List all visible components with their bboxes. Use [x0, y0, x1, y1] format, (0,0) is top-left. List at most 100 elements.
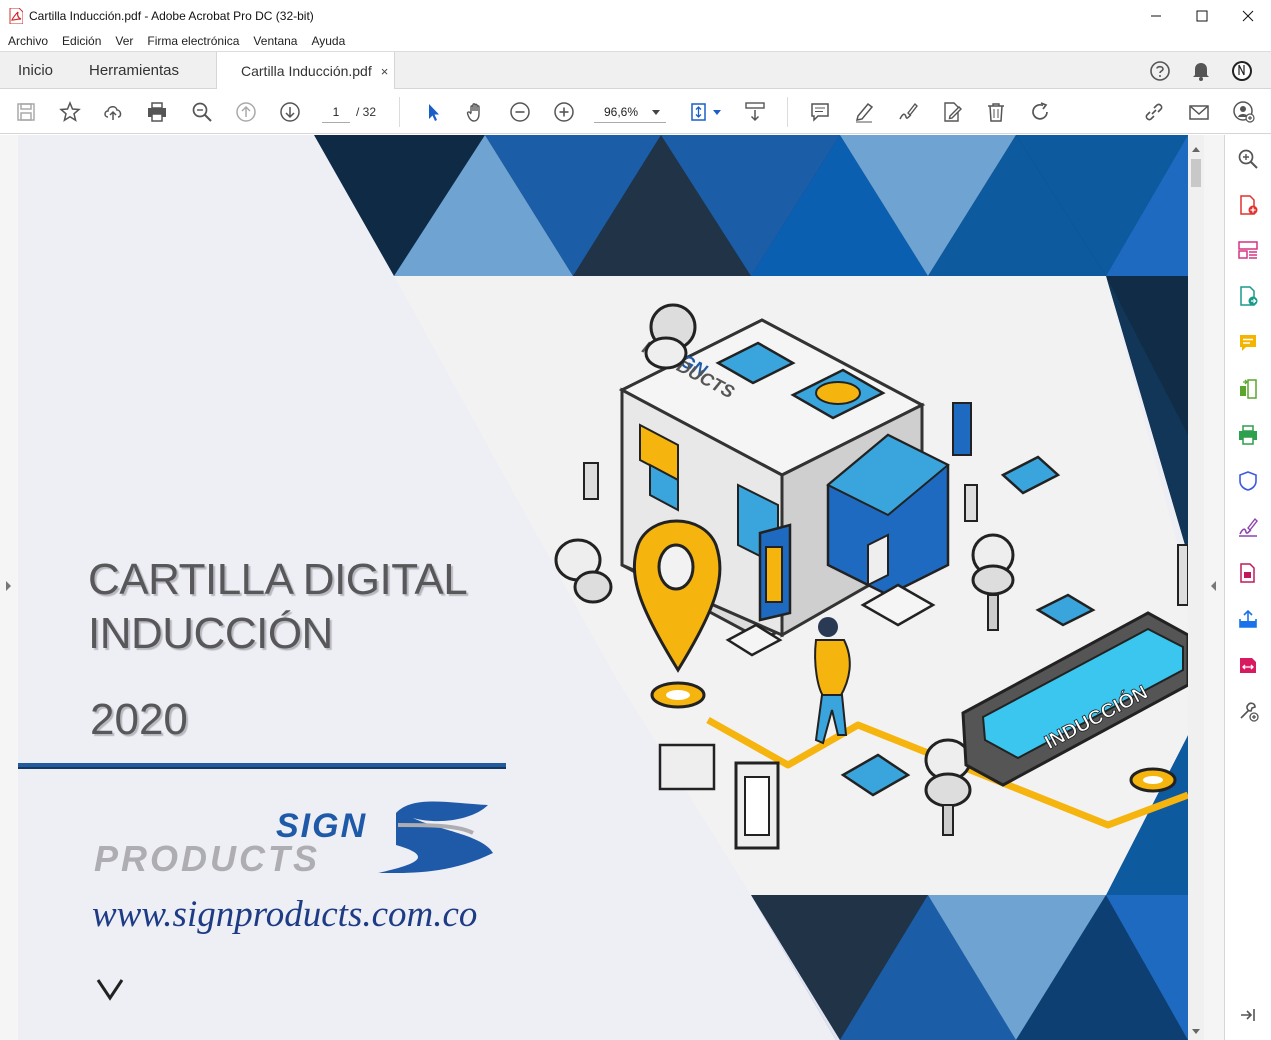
sign-button[interactable] [895, 99, 921, 125]
minimize-icon [1151, 15, 1161, 16]
upload-button[interactable] [100, 99, 126, 125]
collapse-pane-button[interactable] [1236, 1003, 1260, 1027]
right-tools-pane [1224, 135, 1271, 1040]
upload-cloud-icon [104, 106, 122, 120]
search-zoom-tool[interactable] [1236, 147, 1260, 171]
menu-ver[interactable]: Ver [115, 34, 133, 48]
tab-herramientas[interactable]: Herramientas [89, 62, 179, 79]
close-window-button[interactable] [1225, 0, 1271, 31]
left-pane-toggle[interactable] [0, 135, 18, 1040]
compare-icon [1240, 379, 1257, 399]
scrollbar-thumb[interactable] [1191, 159, 1201, 187]
share-link-button[interactable] [1141, 99, 1167, 125]
comment-icon [811, 103, 829, 122]
create-pdf-icon [1240, 195, 1258, 215]
previous-page-icon [236, 102, 256, 122]
delete-button[interactable] [983, 99, 1009, 125]
edit-pdf-tool[interactable] [1236, 561, 1260, 585]
delete-icon [988, 103, 1004, 122]
save-icon [17, 103, 35, 121]
create-pdf-tool[interactable] [1236, 193, 1260, 217]
fill-sign-tool-icon [1239, 517, 1258, 537]
edit-pdf-icon [1240, 563, 1255, 583]
menu-archivo[interactable]: Archivo [8, 34, 48, 48]
scroll-mode-icon [745, 102, 765, 122]
more-tools[interactable] [1236, 699, 1260, 723]
highlight-button[interactable] [851, 99, 877, 125]
more-tools-icon [1240, 702, 1259, 722]
scroll-down-icon[interactable] [1192, 1029, 1200, 1034]
zoom-out-button[interactable] [507, 99, 533, 125]
compress-tool[interactable] [1236, 653, 1260, 677]
add-user-button[interactable] [1231, 99, 1257, 125]
cover-title: CARTILLA DIGITAL INDUCCIÓN [88, 553, 468, 661]
toolbar-separator [787, 97, 788, 127]
rotate-button[interactable] [1027, 99, 1053, 125]
find-icon [192, 102, 212, 122]
page-number-input[interactable]: 1 [322, 101, 350, 123]
fit-page-icon [691, 103, 706, 121]
cover-divider [18, 763, 506, 769]
search-zoom-icon [1238, 149, 1258, 169]
compare-tool[interactable] [1236, 377, 1260, 401]
zoom-in-icon [554, 102, 574, 122]
previous-page-button[interactable] [233, 99, 259, 125]
fill-sign-button[interactable] [939, 99, 965, 125]
menu-ayuda[interactable]: Ayuda [311, 34, 345, 48]
add-user-icon [1233, 101, 1255, 123]
zoom-value: 96,6% [604, 105, 639, 119]
select-tool-button[interactable] [420, 99, 446, 125]
account-avatar-icon[interactable] [1231, 60, 1253, 82]
pdf-page: SIGN PRODUCTS INDUCCIÓN CARTILLA DIGITAL… [18, 135, 1188, 1040]
tab-inicio[interactable]: Inicio [18, 62, 53, 79]
menu-ventana[interactable]: Ventana [253, 34, 297, 48]
zoom-select[interactable]: 96,6% [594, 101, 666, 123]
zoom-in-button[interactable] [551, 99, 577, 125]
next-page-button[interactable] [277, 99, 303, 125]
fit-dropdown-icon[interactable] [713, 110, 721, 115]
brand-logo-products: PRODUCTS [94, 838, 321, 879]
fit-page-button[interactable] [686, 99, 712, 125]
acrobat-icon [9, 7, 23, 24]
zoom-dropdown-icon [652, 110, 660, 115]
help-icon[interactable] [1149, 60, 1171, 82]
organize-pages-tool[interactable] [1236, 238, 1260, 262]
print-production-tool[interactable] [1236, 423, 1260, 447]
tab-bar: Inicio Herramientas Cartilla Inducción.p… [0, 51, 1271, 90]
main-toolbar: 1 / 32 96,6% [0, 89, 1271, 134]
comment-tool-icon [1240, 335, 1256, 351]
fill-sign-tool[interactable] [1236, 515, 1260, 539]
comment-button[interactable] [807, 99, 833, 125]
website-link[interactable]: www.signproducts.com.co [92, 893, 477, 936]
print-button[interactable] [144, 99, 170, 125]
mail-button[interactable] [1186, 99, 1212, 125]
minimize-button[interactable] [1133, 0, 1179, 31]
share-tool[interactable] [1236, 607, 1260, 631]
find-button[interactable] [189, 99, 215, 125]
vertical-scrollbar[interactable] [1188, 135, 1204, 1040]
comment-tool[interactable] [1236, 331, 1260, 355]
fill-sign-icon [944, 102, 962, 122]
collapse-right-arrow-icon [1211, 581, 1216, 591]
maximize-button[interactable] [1179, 0, 1225, 31]
protect-tool[interactable] [1236, 469, 1260, 493]
menu-bar: Archivo Edición Ver Firma electrónica Ve… [0, 31, 1271, 51]
highlight-icon [855, 102, 874, 123]
print-production-icon [1239, 425, 1257, 445]
right-pane-toggle[interactable] [1204, 135, 1224, 1040]
hand-tool-button[interactable] [463, 99, 489, 125]
bookmark-button[interactable] [57, 99, 83, 125]
tab-document[interactable]: Cartilla Inducción.pdf × [216, 52, 395, 90]
notifications-bell-icon[interactable] [1191, 60, 1211, 82]
scroll-mode-button[interactable] [742, 99, 768, 125]
export-pdf-icon [1240, 286, 1258, 306]
save-button[interactable] [13, 99, 39, 125]
menu-firma[interactable]: Firma electrónica [147, 34, 239, 48]
menu-edicion[interactable]: Edición [62, 34, 101, 48]
tab-close-icon[interactable]: × [381, 64, 389, 79]
export-pdf-tool[interactable] [1236, 284, 1260, 308]
bookmark-star-icon [59, 101, 81, 122]
document-area[interactable]: SIGN PRODUCTS INDUCCIÓN CARTILLA DIGITAL… [0, 135, 1224, 1040]
scroll-up-icon[interactable] [1192, 147, 1200, 152]
window-title: Cartilla Inducción.pdf - Adobe Acrobat P… [29, 8, 314, 23]
